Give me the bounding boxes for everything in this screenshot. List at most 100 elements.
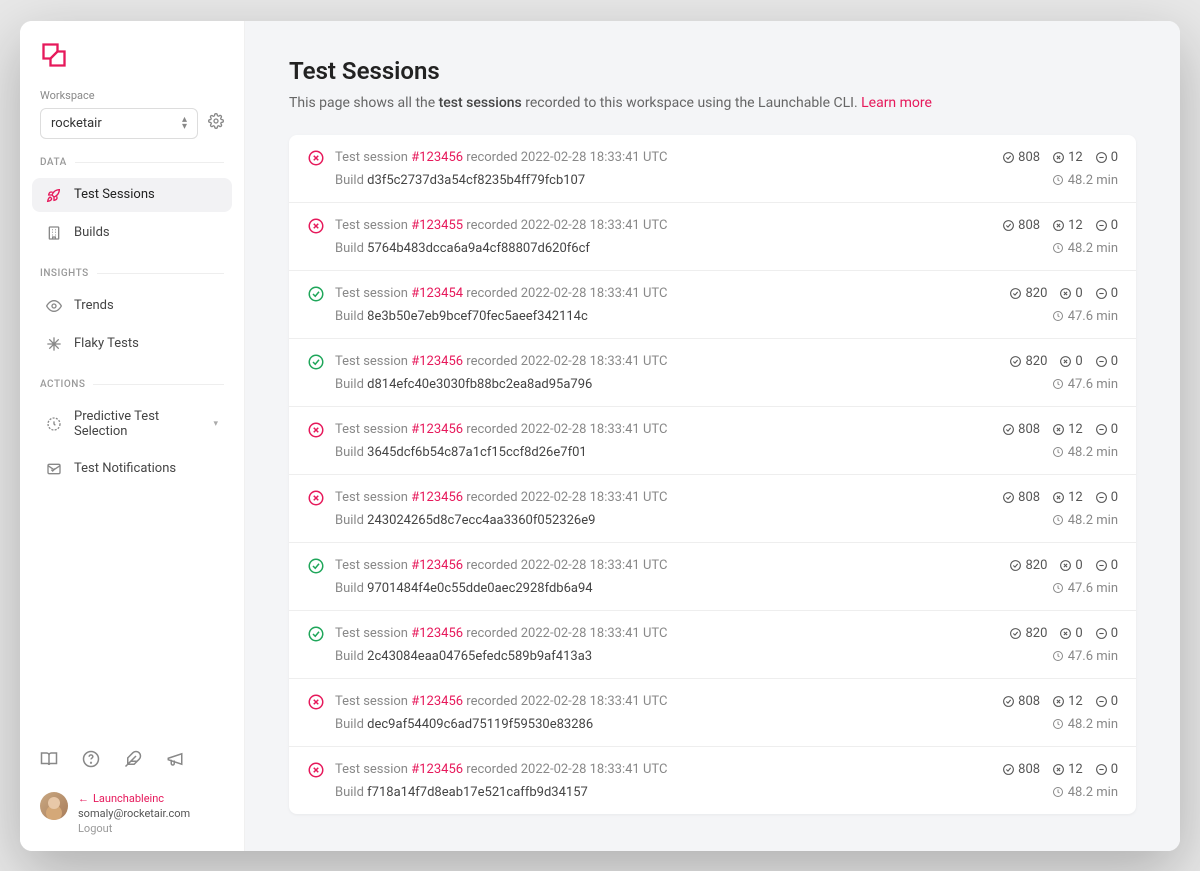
build-hash: 2c43084eaa04765efedc589b9af413a3 [367, 649, 592, 664]
build-hash: 9701484f4e0c55dde0aec2928fdb6a94 [367, 581, 592, 596]
session-summary: Test session #123456 recorded 2022-02-28… [335, 354, 999, 369]
session-stats: 82000 [1009, 286, 1118, 301]
sidebar-item-label: Predictive Test Selection [74, 409, 201, 439]
session-summary: Test session #123456 recorded 2022-02-28… [335, 490, 992, 505]
session-stats: 82000 [1009, 354, 1118, 369]
build-info: Build d3f5c2737d3a54cf8235b4ff79fcb107 [335, 173, 1052, 188]
session-row[interactable]: Test session #123456 recorded 2022-02-28… [289, 679, 1136, 747]
session-summary: Test session #123454 recorded 2022-02-28… [335, 286, 999, 301]
sidebar-item-test-sessions[interactable]: Test Sessions [32, 178, 232, 212]
learn-more-link[interactable]: Learn more [861, 95, 932, 111]
chevron-down-icon: ▾ [213, 419, 218, 429]
sidebar-item-predictive[interactable]: Predictive Test Selection ▾ [32, 400, 232, 448]
skip-count: 0 [1095, 490, 1118, 505]
clock-target-icon [46, 416, 62, 432]
session-duration: 48.2 min [1052, 717, 1118, 732]
build-hash: d3f5c2737d3a54cf8235b4ff79fcb107 [367, 173, 585, 188]
feather-icon[interactable] [124, 750, 142, 772]
book-icon[interactable] [40, 750, 58, 772]
app-window: Workspace rocketair ▴▾ DATA Test Session… [20, 21, 1180, 851]
session-duration: 48.2 min [1052, 785, 1118, 800]
session-row[interactable]: Test session #123456 recorded 2022-02-28… [289, 407, 1136, 475]
gear-icon[interactable] [208, 113, 224, 133]
session-id: #123455 [411, 218, 463, 233]
sidebar-item-label: Test Notifications [74, 461, 176, 476]
session-row[interactable]: Test session #123456 recorded 2022-02-28… [289, 747, 1136, 814]
session-row[interactable]: Test session #123454 recorded 2022-02-28… [289, 271, 1136, 339]
pass-count: 808 [1002, 150, 1040, 165]
session-summary: Test session #123456 recorded 2022-02-28… [335, 422, 992, 437]
sessions-list: Test session #123456 recorded 2022-02-28… [289, 135, 1136, 814]
build-hash: d814efc40e3030fb88bc2ea8ad95a796 [367, 377, 592, 392]
session-stats: 808120 [1002, 150, 1118, 165]
sidebar-item-flaky-tests[interactable]: Flaky Tests [32, 327, 232, 361]
chevron-updown-icon: ▴▾ [182, 116, 187, 130]
session-stats: 808120 [1002, 218, 1118, 233]
build-info: Build d814efc40e3030fb88bc2ea8ad95a796 [335, 377, 1052, 392]
workspace-label: Workspace [40, 89, 224, 102]
workspace-section: Workspace rocketair ▴▾ [20, 89, 244, 157]
status-icon [307, 557, 325, 575]
status-icon [307, 421, 325, 439]
help-icon[interactable] [82, 750, 100, 772]
status-icon [307, 625, 325, 643]
session-duration: 47.6 min [1052, 581, 1118, 596]
section-label-actions: ACTIONS [20, 379, 244, 400]
build-info: Build 243024265d8c7ecc4aa3360f052326e9 [335, 513, 1052, 528]
logout-link[interactable]: Logout [78, 822, 190, 835]
arrow-left-icon: ← [78, 792, 89, 805]
pass-count: 808 [1002, 490, 1040, 505]
session-row[interactable]: Test session #123456 recorded 2022-02-28… [289, 339, 1136, 407]
status-icon [307, 285, 325, 303]
main-content: Test Sessions This page shows all the te… [245, 21, 1180, 851]
session-id: #123454 [411, 286, 463, 301]
megaphone-icon[interactable] [166, 750, 184, 772]
sidebar: Workspace rocketair ▴▾ DATA Test Session… [20, 21, 245, 851]
pass-count: 820 [1009, 286, 1047, 301]
pass-count: 820 [1009, 626, 1047, 641]
session-row[interactable]: Test session #123456 recorded 2022-02-28… [289, 475, 1136, 543]
build-info: Build 2c43084eaa04765efedc589b9af413a3 [335, 649, 1052, 664]
session-stats: 82000 [1009, 558, 1118, 573]
build-hash: 8e3b50e7eb9bcef70fec5aeef342114c [367, 309, 588, 324]
session-id: #123456 [411, 490, 463, 505]
session-row[interactable]: Test session #123455 recorded 2022-02-28… [289, 203, 1136, 271]
skip-count: 0 [1095, 762, 1118, 777]
status-icon [307, 489, 325, 507]
user-org-link[interactable]: ← Launchableinc [78, 792, 190, 805]
session-duration: 48.2 min [1052, 173, 1118, 188]
session-row[interactable]: Test session #123456 recorded 2022-02-28… [289, 135, 1136, 203]
status-icon [307, 217, 325, 235]
sidebar-item-notifications[interactable]: Test Notifications [32, 452, 232, 486]
session-id: #123456 [411, 558, 463, 573]
pass-count: 808 [1002, 218, 1040, 233]
pass-count: 808 [1002, 694, 1040, 709]
fail-count: 12 [1052, 490, 1083, 505]
page-title: Test Sessions [289, 57, 1136, 85]
skip-count: 0 [1095, 354, 1118, 369]
status-icon [307, 693, 325, 711]
session-row[interactable]: Test session #123456 recorded 2022-02-28… [289, 611, 1136, 679]
workspace-select[interactable]: rocketair ▴▾ [40, 108, 198, 139]
sidebar-item-builds[interactable]: Builds [32, 216, 232, 250]
status-icon [307, 353, 325, 371]
session-stats: 808120 [1002, 694, 1118, 709]
avatar[interactable] [40, 792, 68, 820]
fail-count: 0 [1059, 626, 1082, 641]
workspace-value: rocketair [51, 116, 102, 131]
sidebar-item-label: Test Sessions [74, 187, 155, 202]
session-summary: Test session #123456 recorded 2022-02-28… [335, 150, 992, 165]
pass-count: 808 [1002, 762, 1040, 777]
section-label-insights: INSIGHTS [20, 268, 244, 289]
fail-count: 12 [1052, 762, 1083, 777]
build-info: Build 3645dcf6b54c87a1cf15ccf8d26e7f01 [335, 445, 1052, 460]
session-row[interactable]: Test session #123456 recorded 2022-02-28… [289, 543, 1136, 611]
sidebar-item-trends[interactable]: Trends [32, 289, 232, 323]
session-id: #123456 [411, 694, 463, 709]
build-hash: dec9af54409c6ad75119f59530e83286 [367, 717, 593, 732]
build-info: Build 9701484f4e0c55dde0aec2928fdb6a94 [335, 581, 1052, 596]
user-email: somaly@rocketair.com [78, 807, 190, 820]
session-id: #123456 [411, 422, 463, 437]
build-info: Build f718a14f7d8eab17e521caffb9d34157 [335, 785, 1052, 800]
fail-count: 12 [1052, 218, 1083, 233]
